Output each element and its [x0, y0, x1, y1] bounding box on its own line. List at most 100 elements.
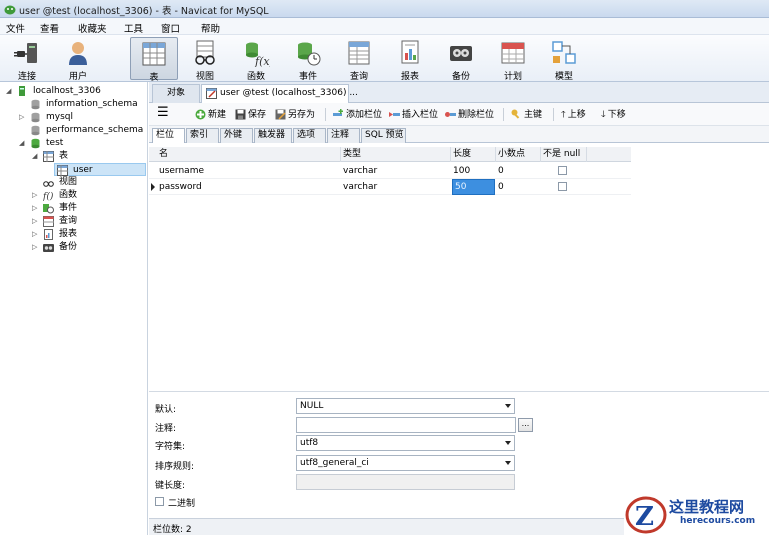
save-as-button[interactable]: 另存为: [275, 108, 315, 122]
tree-table-user[interactable]: user: [54, 163, 146, 176]
tree-db-information-schema[interactable]: information_schema: [6, 98, 146, 111]
field-decimals-cell[interactable]: 0: [496, 163, 541, 179]
tab-triggers[interactable]: 触发器: [254, 128, 292, 143]
menu-help[interactable]: 帮助: [201, 21, 220, 35]
expand-arrow-icon[interactable]: ▷: [32, 215, 40, 228]
tab-sql-preview[interactable]: SQL 预览: [361, 128, 406, 143]
backup-label: 备份: [451, 72, 470, 82]
move-up-button[interactable]: 🡑 上移: [561, 108, 586, 122]
expand-arrow-icon[interactable]: ▷: [32, 202, 40, 215]
tree-db-performance-schema[interactable]: performance_schema: [6, 124, 146, 137]
table-row[interactable]: password varchar 50 0: [149, 179, 631, 195]
menu-file[interactable]: 文件: [6, 21, 25, 35]
field-length-cell[interactable]: 50: [452, 179, 495, 195]
column-header-not-null[interactable]: 不是 null: [541, 147, 587, 162]
connect-label: 连接: [17, 72, 36, 82]
not-null-checkbox[interactable]: [558, 182, 567, 191]
save-as-icon: [275, 109, 286, 120]
model-button[interactable]: 模型: [540, 37, 588, 82]
field-type-cell[interactable]: varchar: [341, 163, 451, 179]
column-header-type[interactable]: 类型: [341, 147, 451, 162]
field-name-cell[interactable]: username: [157, 163, 341, 179]
plug-icon: [14, 43, 37, 63]
tree-events-label: 事件: [59, 203, 78, 213]
function-button[interactable]: f(x) 函数: [232, 37, 280, 82]
tree-views-folder[interactable]: 视图: [6, 176, 146, 189]
tab-indexes[interactable]: 索引: [186, 128, 219, 143]
expand-arrow-icon[interactable]: ▷: [32, 228, 40, 241]
field-decimals-cell[interactable]: 0: [496, 179, 541, 195]
tree-tables-folder[interactable]: ◢ 表: [6, 150, 146, 163]
model-label: 模型: [554, 72, 573, 82]
view-button[interactable]: 视图: [181, 37, 229, 82]
primary-key-label: 主键: [524, 110, 543, 120]
binary-checkbox[interactable]: [155, 497, 164, 506]
field-name-cell[interactable]: password: [157, 179, 341, 195]
delete-field-button[interactable]: 删除栏位: [445, 108, 494, 122]
tree-connection[interactable]: ◢ localhost_3306: [6, 85, 146, 98]
user-button[interactable]: 用户: [54, 37, 102, 82]
schedule-button[interactable]: 计划: [489, 37, 537, 82]
tab-table-designer[interactable]: user @test (localhost_3306) ...: [201, 84, 358, 103]
menu-window[interactable]: 窗口: [161, 21, 180, 35]
expand-arrow-icon[interactable]: ▷: [32, 241, 40, 254]
window-title: user @test (localhost_3306) - 表 - Navica…: [19, 6, 269, 17]
tree-reports-folder[interactable]: ▷ 报表: [6, 228, 146, 241]
add-field-button[interactable]: 添加栏位: [333, 108, 382, 122]
expand-arrow-icon[interactable]: ▷: [19, 111, 27, 124]
comment-edit-button[interactable]: ...: [518, 418, 533, 432]
tree-queries-folder[interactable]: ▷ 查询: [6, 215, 146, 228]
tab-options[interactable]: 选项: [293, 128, 326, 143]
menu-bar: 文件 查看 收藏夹 工具 窗口 帮助: [0, 18, 769, 35]
designer-toolbar: ☰ 新建 保存 另存为 添加栏位 插入栏位 删除栏位 主键 🡑 上移 🡓 下移: [149, 103, 769, 126]
tree-db-mysql[interactable]: ▷ mysql: [6, 111, 146, 124]
table-icon: [43, 151, 54, 162]
key-length-field[interactable]: [296, 474, 515, 490]
toolbar-separator: [553, 108, 554, 121]
table-row[interactable]: username varchar 100 0: [149, 163, 631, 179]
tree-db-label: performance_schema: [46, 125, 144, 135]
event-button[interactable]: 事件: [284, 37, 332, 82]
primary-key-button[interactable]: 主键: [511, 108, 542, 122]
save-icon: [235, 109, 246, 120]
expand-arrow-icon[interactable]: ▷: [32, 189, 40, 202]
not-null-checkbox[interactable]: [558, 166, 567, 175]
menu-favorites[interactable]: 收藏夹: [78, 21, 107, 35]
query-button[interactable]: 查询: [335, 37, 383, 82]
collapse-arrow-icon[interactable]: ◢: [32, 150, 40, 163]
move-down-button[interactable]: 🡓 下移: [601, 108, 626, 122]
default-select[interactable]: NULL: [296, 398, 515, 414]
field-type-cell[interactable]: varchar: [341, 179, 451, 195]
menu-view[interactable]: 查看: [40, 21, 59, 35]
save-as-label: 另存为: [288, 110, 316, 120]
tab-fields[interactable]: 栏位: [152, 128, 185, 143]
tab-foreign-keys[interactable]: 外键: [220, 128, 253, 143]
tab-comment[interactable]: 注释: [327, 128, 360, 143]
collapse-arrow-icon[interactable]: ◢: [6, 85, 14, 98]
comment-field[interactable]: [296, 417, 516, 433]
collation-select[interactable]: utf8_general_ci: [296, 455, 515, 471]
charset-select[interactable]: utf8: [296, 435, 515, 451]
backup-button[interactable]: 备份: [437, 37, 485, 82]
table-button[interactable]: 表: [130, 37, 178, 83]
menu-lines-icon[interactable]: ☰: [157, 106, 169, 120]
save-button[interactable]: 保存: [235, 108, 266, 122]
connect-button[interactable]: 连接: [3, 37, 51, 82]
tab-objects[interactable]: 对象: [152, 84, 200, 103]
field-length-cell[interactable]: 100: [451, 163, 496, 179]
menu-tools[interactable]: 工具: [124, 21, 143, 35]
column-header-decimals[interactable]: 小数点: [496, 147, 541, 162]
new-button[interactable]: 新建: [195, 108, 226, 122]
connection-icon: [19, 86, 25, 96]
report-button[interactable]: 报表: [386, 37, 434, 82]
insert-field-label: 插入栏位: [402, 110, 439, 120]
watermark-text-cn: 这里教程网: [669, 498, 745, 516]
insert-field-button[interactable]: 插入栏位: [389, 108, 438, 122]
collapse-arrow-icon[interactable]: ◢: [19, 137, 27, 150]
tree-events-folder[interactable]: ▷ 事件: [6, 202, 146, 215]
tree-db-test[interactable]: ◢ test: [6, 137, 146, 150]
column-header-name[interactable]: 名: [149, 147, 341, 162]
column-header-length[interactable]: 长度: [451, 147, 496, 162]
tree-backups-folder[interactable]: ▷ 备份: [6, 241, 146, 254]
tree-functions-folder[interactable]: ▷ f() 函数: [6, 189, 146, 202]
